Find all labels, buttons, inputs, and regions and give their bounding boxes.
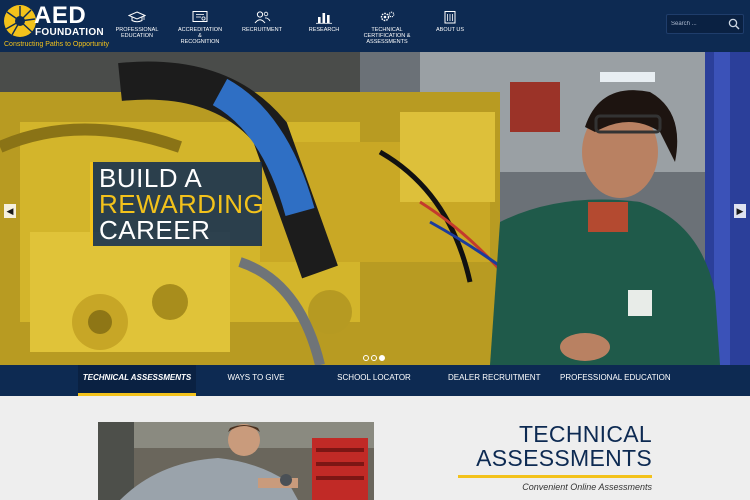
section-title-line-2: ASSESSMENTS [476, 445, 652, 471]
tab-technical-assessments[interactable]: TECHNICAL ASSESSMENTS [78, 365, 196, 396]
slider-dot-2[interactable] [371, 355, 377, 361]
nav-item-about-us[interactable]: ABOUT US [432, 10, 468, 46]
nav-label: RESEARCH [308, 27, 340, 33]
slider-dot-1[interactable] [363, 355, 369, 361]
assessment-photo [98, 422, 374, 500]
nav-label: ACCREDITATION & RECOGNITION [177, 27, 223, 45]
section-title-line-1: TECHNICAL [518, 421, 652, 447]
graduation-cap-icon [128, 11, 146, 23]
nav-label: TECHNICAL CERTIFICATION & ASSESSMENTS [363, 27, 411, 45]
bar-chart-icon [316, 13, 332, 24]
title-divider [458, 475, 652, 478]
nav-item-recruitment[interactable]: RECRUITMENT [240, 10, 284, 46]
nav-item-research[interactable]: RESEARCH [304, 10, 344, 46]
people-icon [254, 11, 271, 24]
nav-label: RECRUITMENT [241, 27, 283, 33]
logo-badge-icon [4, 5, 36, 37]
nav-label: ABOUT US [435, 27, 464, 33]
site-header: AED FOUNDATION Constructing Paths to Opp… [0, 0, 750, 52]
chevron-right-icon: ▶ [736, 206, 744, 216]
headline-line-3: CAREER [99, 215, 211, 245]
search-box [666, 14, 744, 34]
building-icon [444, 11, 456, 24]
aed-foundation-logo[interactable]: AED FOUNDATION Constructing Paths to Opp… [4, 2, 110, 49]
nav-label: PROFESSIONAL EDUCATION [115, 27, 159, 39]
nav-item-technical-certification[interactable]: TECHNICAL CERTIFICATION & ASSESSMENTS [362, 10, 412, 46]
headline-line-1: BUILD A [99, 163, 203, 193]
chevron-left-icon: ◀ [6, 206, 14, 216]
tab-ways-to-give[interactable]: WAYS TO GIVE [222, 365, 290, 396]
hero-slider: BUILD A REWARDING CAREER ◀ ▶ [0, 52, 750, 365]
slider-next-button[interactable]: ▶ [734, 204, 746, 218]
logo-name: AED [34, 2, 87, 29]
logo-tagline: Constructing Paths to Opportunity [4, 41, 110, 48]
feature-tabs: TECHNICAL ASSESSMENTS WAYS TO GIVE SCHOO… [0, 365, 750, 396]
section-title: TECHNICAL ASSESSMENTS [452, 422, 652, 470]
nav-item-accreditation-recognition[interactable]: ACCREDITATION & RECOGNITION [176, 10, 224, 46]
slider-dot-3[interactable] [379, 355, 385, 361]
logo-subtitle: FOUNDATION [35, 27, 104, 38]
tab-school-locator[interactable]: SCHOOL LOCATOR [336, 365, 412, 396]
slider-prev-button[interactable]: ◀ [4, 204, 16, 218]
tab-dealer-recruitment[interactable]: DEALER RECRUITMENT [448, 365, 540, 396]
tab-professional-education[interactable]: PROFESSIONAL EDUCATION [560, 365, 671, 396]
hero-headline: BUILD A REWARDING CAREER [90, 162, 265, 246]
nav-item-professional-education[interactable]: PROFESSIONAL EDUCATION [112, 10, 162, 46]
search-icon[interactable] [728, 18, 740, 30]
headline-line-2: REWARDING [99, 189, 265, 219]
certificate-icon [192, 11, 208, 22]
section-subtitle: Convenient Online Assessments [522, 482, 652, 492]
search-input[interactable] [671, 18, 727, 30]
content-section: TECHNICAL ASSESSMENTS Convenient Online … [0, 396, 750, 500]
gears-icon [380, 11, 395, 22]
